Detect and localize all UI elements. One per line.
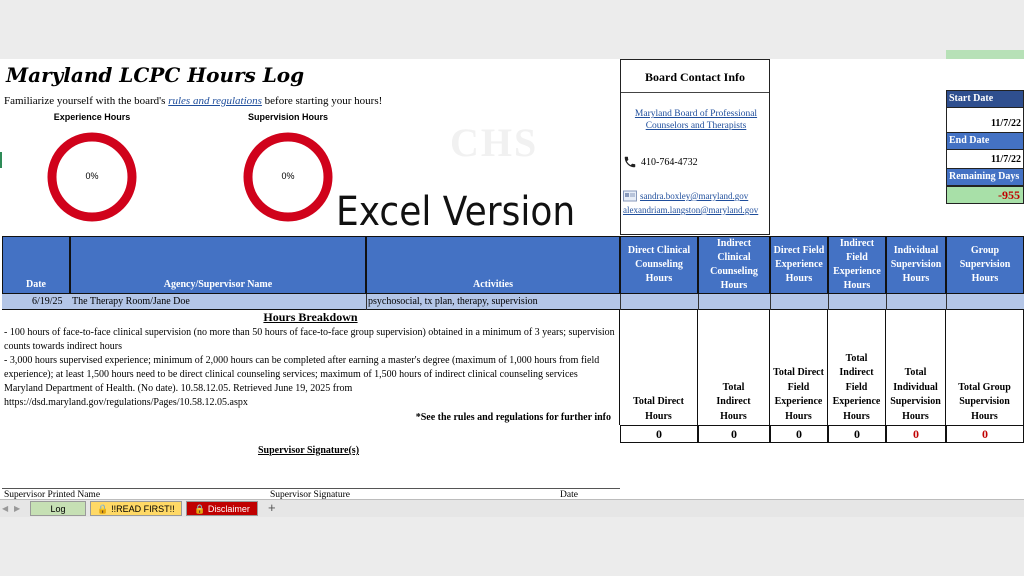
breakdown-title: Hours Breakdown — [263, 310, 358, 324]
row-selection-marker — [0, 152, 2, 168]
row-divider — [886, 294, 887, 310]
intro-text: Familiarize yourself with the board's ru… — [4, 95, 382, 107]
cell-highlight — [946, 50, 1024, 59]
row-divider — [770, 294, 771, 310]
breakdown-citation: Maryland Department of Health. (No date)… — [4, 383, 353, 408]
date-panel: Start Date 11/7/22 End Date 11/7/22 Rema… — [946, 90, 1024, 204]
total-direct-label: Total Direct Hours — [620, 310, 698, 425]
total-direct-value: 0 — [620, 425, 698, 443]
tab-log[interactable]: Log — [30, 501, 86, 516]
remaining-days-label: Remaining Days — [946, 168, 1024, 186]
breakdown-line-1: - 100 hours of face-to-face clinical sup… — [4, 327, 615, 352]
contact-phone: 410-764-4732 — [623, 155, 698, 169]
header-individual-supervision[interactable]: Individual Supervision Hours — [886, 236, 946, 294]
header-direct-clinical[interactable]: Direct Clinical Counseling Hours — [620, 236, 698, 294]
experience-chart-label: Experience Hours — [53, 112, 131, 122]
header-agency[interactable]: Agency/Supervisor Name — [70, 236, 366, 294]
row-date[interactable]: 6/19/25 — [32, 296, 63, 307]
contact-email-1: sandra.boxley@maryland.gov — [623, 190, 748, 202]
total-direct-field-value: 0 — [770, 425, 828, 443]
tab-scroll-left-icon[interactable]: ◀ — [2, 504, 8, 513]
header-direct-field[interactable]: Direct Field Experience Hours — [770, 236, 828, 294]
supervision-percent: 0% — [281, 171, 295, 181]
row-divider — [366, 294, 367, 310]
total-indirect-value: 0 — [698, 425, 770, 443]
experience-percent: 0% — [85, 171, 99, 181]
intro-before: Familiarize yourself with the board's — [4, 95, 169, 107]
header-indirect-clinical[interactable]: Indirect Clinical Counseling Hours — [698, 236, 770, 294]
rules-link[interactable]: rules and regulations — [168, 95, 262, 107]
row-activities[interactable]: psychosocial, tx plan, therapy, supervis… — [368, 296, 538, 307]
signature-label: Supervisor Signature — [270, 490, 350, 499]
row-divider — [698, 294, 699, 310]
end-date-label: End Date — [946, 132, 1024, 150]
tab-scroll-right-icon[interactable]: ▶ — [14, 504, 20, 513]
start-date-label: Start Date — [946, 90, 1024, 108]
contact-divider — [621, 92, 769, 93]
page-title: Maryland LCPC Hours Log — [6, 63, 305, 87]
signature-title: Supervisor Signature(s) — [258, 445, 360, 456]
start-date-value[interactable]: 11/7/22 — [946, 108, 1024, 132]
signature-line — [2, 488, 620, 489]
board-contact-box: Board Contact Info Maryland Board of Pro… — [620, 59, 770, 235]
tab-disclaimer[interactable]: 🔒 Disclaimer — [186, 501, 258, 516]
email-link-1[interactable]: sandra.boxley@maryland.gov — [640, 191, 748, 201]
add-sheet-icon[interactable]: + — [268, 500, 276, 515]
printed-name-label: Supervisor Printed Name — [4, 490, 101, 499]
spreadsheet-canvas[interactable]: Maryland LCPC Hours Log Familiarize your… — [0, 59, 1024, 499]
tab-disclaimer-label: Disclaimer — [207, 504, 250, 514]
header-date[interactable]: Date — [2, 236, 70, 294]
tab-read-first[interactable]: 🔒 !!READ FIRST!! — [90, 501, 182, 516]
header-group-supervision[interactable]: Group Supervision Hours — [946, 236, 1024, 294]
watermark-logo: CHS — [450, 120, 539, 165]
phone-number: 410-764-4732 — [641, 156, 698, 168]
phone-icon — [624, 156, 636, 168]
signature-date-label: Date — [560, 490, 578, 499]
row-divider — [620, 294, 621, 310]
email-card-icon — [623, 190, 637, 202]
window-background — [0, 517, 1024, 576]
breakdown-note: *See the rules and regulations for furth… — [415, 412, 611, 423]
contact-title: Board Contact Info — [644, 70, 745, 84]
total-indirect-field-label: Total Indirect Field Experience Hours — [828, 310, 886, 425]
header-activities[interactable]: Activities — [366, 236, 620, 294]
email-link-2[interactable]: alexandriam.langston@maryland.gov — [623, 205, 758, 215]
row-divider — [828, 294, 829, 310]
end-date-value[interactable]: 11/7/22 — [946, 150, 1024, 168]
total-individual-label: Total Individual Supervision Hours — [886, 310, 946, 425]
total-group-label: Total Group Supervision Hours — [946, 310, 1024, 425]
remaining-days-value: -955 — [946, 186, 1024, 204]
intro-after: before starting your hours! — [261, 95, 383, 107]
total-group-value: 0 — [946, 425, 1024, 443]
breakdown-line-2: - 3,000 hours supervised experience; min… — [4, 355, 600, 380]
hours-breakdown: Hours Breakdown - 100 hours of face-to-f… — [2, 310, 620, 425]
table-row[interactable]: 6/19/25 The Therapy Room/Jane Doe psycho… — [2, 294, 1024, 310]
header-indirect-field[interactable]: Indirect Field Experience Hours — [828, 236, 886, 294]
supervision-chart-label: Supervision Hours — [247, 112, 328, 122]
board-link[interactable]: Maryland Board of Professional Counselor… — [625, 108, 767, 132]
row-divider — [946, 294, 947, 310]
sheet-tab-bar: ◀ ▶ Log 🔒 !!READ FIRST!! 🔒 Disclaimer + — [0, 499, 1024, 517]
total-indirect-field-value: 0 — [828, 425, 886, 443]
excel-version-overlay: Excel Version — [336, 189, 576, 235]
total-indirect-label: Total Indirect Hours — [698, 310, 770, 425]
lock-icon: 🔒 — [194, 504, 206, 514]
lock-icon: 🔒 — [97, 504, 109, 514]
row-agency[interactable]: The Therapy Room/Jane Doe — [72, 296, 190, 307]
tab-read-first-label: !!READ FIRST!! — [111, 504, 175, 514]
tab-log-label: Log — [50, 504, 66, 514]
total-individual-value: 0 — [886, 425, 946, 443]
total-direct-field-label: Total Direct Field Experience Hours — [770, 310, 828, 425]
